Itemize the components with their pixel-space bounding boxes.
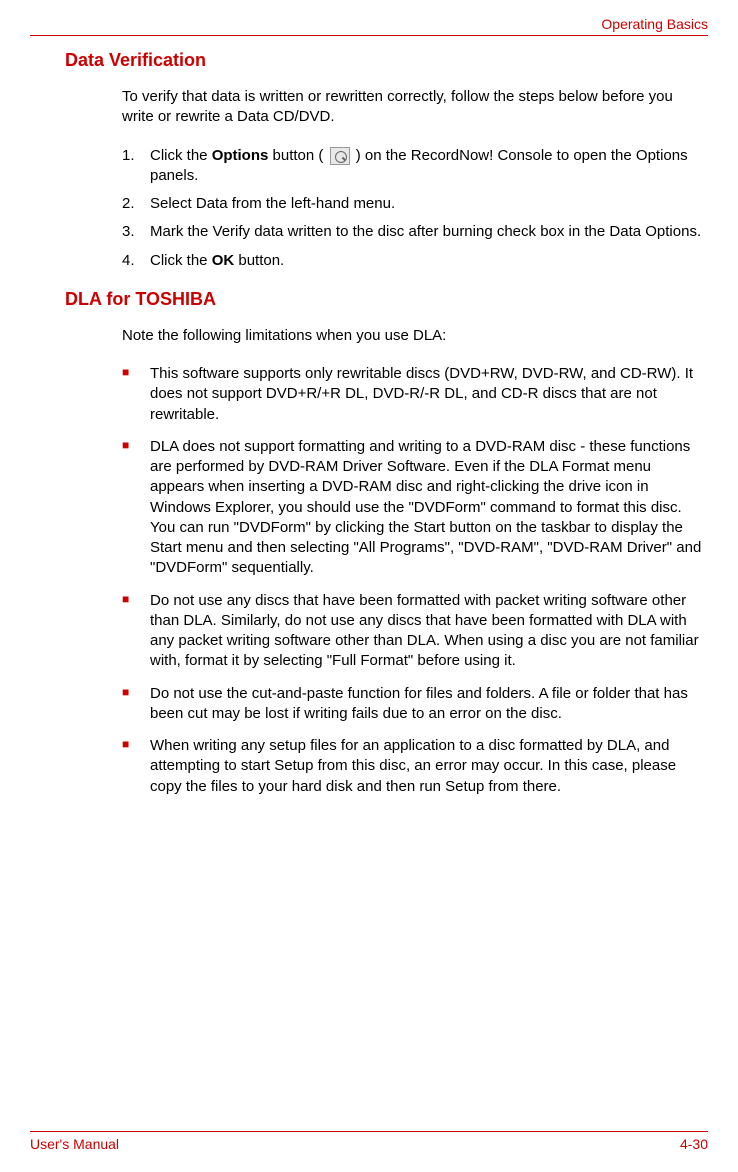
step-4-text-post: button.: [234, 252, 284, 269]
page-content: Data Verification To verify that data is…: [30, 50, 708, 809]
intro-paragraph: To verify that data is written or rewrit…: [122, 87, 708, 128]
step-1-bold: Options: [212, 147, 269, 164]
step-1: Click the Options button ( ) on the Reco…: [122, 146, 708, 187]
step-4-bold: OK: [212, 252, 235, 269]
page-header: Operating Basics: [30, 16, 708, 36]
steps-list: Click the Options button ( ) on the Reco…: [122, 146, 708, 271]
dla-bullets: This software supports only rewritable d…: [122, 364, 708, 797]
bullet-3: Do not use any discs that have been form…: [122, 591, 708, 672]
bullet-4: Do not use the cut-and-paste function fo…: [122, 684, 708, 725]
step-1-text-pre: Click the: [150, 147, 212, 164]
step-4-text-pre: Click the: [150, 252, 212, 269]
page-footer: User's Manual 4-30: [30, 1131, 708, 1152]
magnifier-icon: [330, 147, 350, 165]
step-4: Click the OK button.: [122, 251, 708, 271]
dla-intro: Note the following limitations when you …: [122, 326, 708, 346]
step-3: Mark the Verify data written to the disc…: [122, 222, 708, 242]
step-1-text-mid: button (: [268, 147, 327, 164]
bullet-1: This software supports only rewritable d…: [122, 364, 708, 425]
footer-right: 4-30: [680, 1136, 708, 1152]
bullet-2: DLA does not support formatting and writ…: [122, 437, 708, 579]
heading-dla: DLA for TOSHIBA: [65, 289, 708, 310]
section-title: Operating Basics: [601, 16, 708, 32]
bullet-5: When writing any setup files for an appl…: [122, 736, 708, 797]
step-2: Select Data from the left-hand menu.: [122, 194, 708, 214]
heading-data-verification: Data Verification: [65, 50, 708, 71]
footer-left: User's Manual: [30, 1136, 119, 1152]
